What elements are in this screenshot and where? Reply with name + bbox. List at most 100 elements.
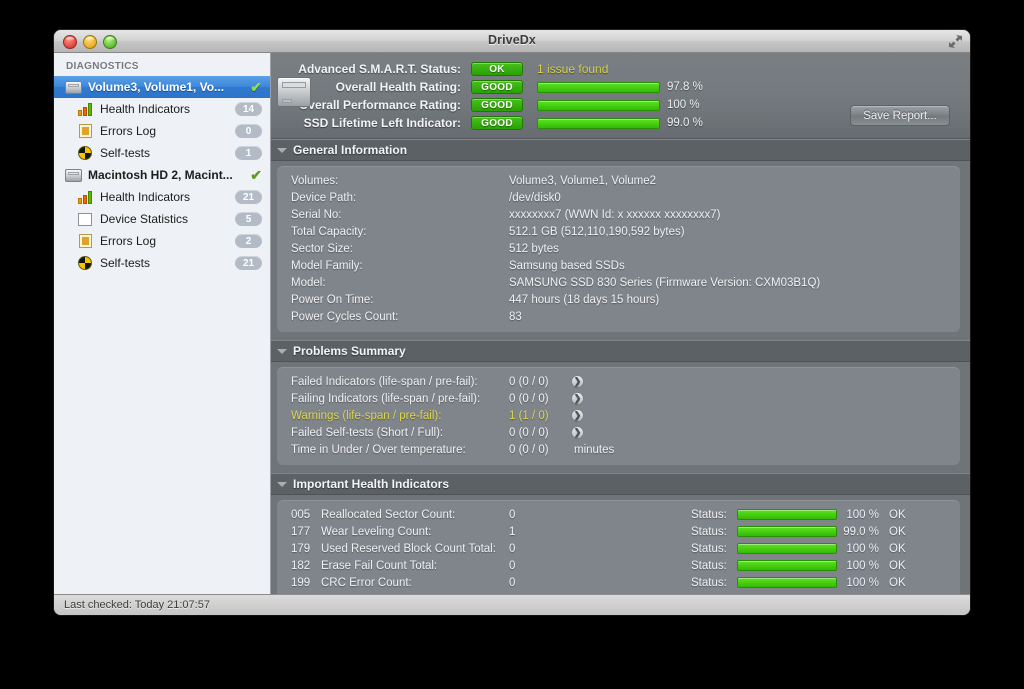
indicator-id: 199: [291, 576, 311, 589]
info-value: 83: [509, 310, 522, 323]
sidebar-item-badge: 1: [235, 146, 262, 160]
indicator-id: 241: [277, 594, 321, 595]
info-row: Power Cycles Count: 83: [277, 308, 960, 325]
status-row-health: Overall Health Rating: GOOD 97.8 %: [271, 78, 970, 96]
details-arrow-button[interactable]: ❯: [571, 409, 584, 422]
info-key: Power Cycles Count:: [291, 310, 399, 323]
indicator-percent: 100 %: [846, 508, 879, 521]
title-bar: DriveDx: [54, 30, 970, 53]
info-key: Power On Time:: [291, 293, 374, 306]
section-header-problems-summary[interactable]: Problems Summary: [271, 340, 970, 362]
indicator-state: OK: [889, 542, 906, 555]
info-key: Total Capacity:: [291, 225, 367, 238]
indicator-bar: [737, 543, 837, 554]
info-value: Samsung based SSDs: [509, 259, 625, 272]
indicator-value: 0: [509, 559, 516, 572]
indicator-state: OK: [889, 508, 906, 521]
info-value: 447 hours (18 days 15 hours): [509, 293, 660, 306]
indicator-state: OK: [889, 594, 923, 595]
table-icon: [76, 211, 94, 227]
section-header-general-information[interactable]: General Information: [271, 139, 970, 161]
indicator-state: OK: [889, 576, 906, 589]
problem-key: Failing Indicators (life-span / pre-fail…: [291, 392, 481, 405]
status-badge: GOOD: [471, 98, 523, 112]
window-body: DIAGNOSTICS Volume3, Volume1, Vo... ✔ He…: [54, 53, 970, 594]
sidebar-item-badge: 21: [235, 190, 262, 204]
sidebar-item-health-indicators-2[interactable]: Health Indicators 21: [54, 186, 270, 208]
chevron-down-icon[interactable]: [277, 147, 287, 153]
section-header-important-health-indicators[interactable]: Important Health Indicators: [271, 473, 970, 495]
info-key: Model Family:: [291, 259, 363, 272]
screen: DriveDx DIAGNOSTICS Volume3, Volume1, Vo…: [0, 0, 1024, 689]
sidebar-section-header: DIAGNOSTICS: [66, 61, 139, 72]
info-value: SAMSUNG SSD 830 Series (Firmware Version…: [509, 276, 821, 289]
indicator-id: 005: [291, 508, 311, 521]
problem-key: Failed Indicators (life-span / pre-fail)…: [291, 375, 478, 388]
info-key: Model:: [291, 276, 326, 289]
indicator-value: 0: [509, 508, 516, 521]
sidebar-item-label: Health Indicators: [100, 102, 191, 116]
details-arrow-button[interactable]: ❯: [571, 392, 584, 405]
sidebar-item-device-statistics[interactable]: Device Statistics 5: [54, 208, 270, 230]
checkmark-icon: ✔: [250, 79, 262, 95]
app-window: DriveDx DIAGNOSTICS Volume3, Volume1, Vo…: [54, 30, 970, 615]
details-arrow-button[interactable]: ❯: [571, 375, 584, 388]
indicator-bar: [737, 509, 837, 520]
indicator-state: OK: [889, 559, 906, 572]
indicator-bar: [737, 577, 837, 588]
problem-suffix: minutes: [574, 443, 615, 456]
sidebar-item-label: Device Statistics: [100, 212, 189, 226]
sidebar: DIAGNOSTICS Volume3, Volume1, Vo... ✔ He…: [54, 53, 271, 594]
info-row: Serial No: xxxxxxxx7 (WWN Id: x xxxxxx xx…: [277, 206, 960, 223]
chevron-down-icon[interactable]: [277, 348, 287, 354]
issue-count-text: 1 issue found: [537, 62, 609, 76]
sidebar-item-badge: 2: [235, 234, 262, 248]
sections-scroll-area[interactable]: General Information Volumes: Volume3, Vol…: [271, 139, 970, 594]
sidebar-item-errors-log-1[interactable]: Errors Log 0: [54, 120, 270, 142]
problem-row: Failed Indicators (life-span / pre-fail)…: [277, 373, 960, 390]
problem-row: Failing Indicators (life-span / pre-fail…: [277, 390, 960, 407]
problem-key: Time in Under / Over temperature:: [291, 443, 466, 456]
indicator-percent: 100 %: [846, 576, 879, 589]
indicator-state: OK: [889, 525, 906, 538]
sidebar-item-health-indicators-1[interactable]: Health Indicators 14: [54, 98, 270, 120]
problem-value: 0 (0 / 0): [509, 392, 549, 405]
hard-drive-icon: [277, 77, 311, 107]
problem-value: 1 (1 / 0): [509, 409, 549, 422]
log-icon: [76, 123, 94, 139]
indicator-name: Erase Fail Count Total:: [321, 559, 438, 572]
sidebar-item-drive-2[interactable]: Macintosh HD 2, Macint... ✔: [54, 164, 270, 186]
status-label: Advanced S.M.A.R.T. Status:: [298, 62, 461, 76]
problem-row: Failed Self-tests (Short / Full): 0 (0 /…: [277, 424, 960, 441]
sidebar-item-errors-log-2[interactable]: Errors Log 2: [54, 230, 270, 252]
sidebar-item-drive-1[interactable]: Volume3, Volume1, Vo... ✔: [54, 76, 270, 98]
status-badge: OK: [471, 62, 523, 76]
problems-summary-panel: Failed Indicators (life-span / pre-fail)…: [277, 367, 960, 465]
indicator-bar: [737, 526, 837, 537]
status-row-smart: Advanced S.M.A.R.T. Status: OK 1 issue f…: [271, 60, 970, 78]
indicator-value: 1,018,070,214 (485.5 GB): [509, 594, 691, 595]
sidebar-item-self-tests-1[interactable]: Self-tests 1: [54, 142, 270, 164]
info-key: Device Path:: [291, 191, 357, 204]
chevron-down-icon[interactable]: [277, 481, 287, 487]
details-arrow-button[interactable]: ❯: [571, 426, 584, 439]
indicator-name: Wear Leveling Count:: [321, 525, 432, 538]
problem-key: Warnings (life-span / pre-fail):: [291, 409, 442, 422]
pie-icon: [76, 145, 94, 161]
sidebar-item-label: Volume3, Volume1, Vo...: [88, 80, 225, 94]
important-health-indicators-panel: 005 Reallocated Sector Count: 0 Status: …: [277, 500, 960, 594]
health-rating-bar: [537, 81, 660, 93]
indicator-id: 182: [291, 559, 311, 572]
indicator-value: 1: [509, 525, 516, 538]
sidebar-item-self-tests-2[interactable]: Self-tests 21: [54, 252, 270, 274]
health-rating-percent: 97.8 %: [667, 81, 703, 93]
indicator-row: 179 Used Reserved Block Count Total: 0 S…: [277, 540, 960, 557]
save-report-button[interactable]: Save Report...: [850, 105, 950, 126]
info-value: 512 bytes: [509, 242, 559, 255]
indicator-name: Total LBAs Written:: [321, 594, 509, 595]
general-information-panel: Volumes: Volume3, Volume1, Volume2 Device…: [277, 166, 960, 332]
fullscreen-icon[interactable]: [948, 34, 963, 49]
sidebar-item-label: Errors Log: [100, 124, 157, 138]
info-row: Model Family: Samsung based SSDs: [277, 257, 960, 274]
problem-value: 0 (0 / 0): [509, 375, 549, 388]
